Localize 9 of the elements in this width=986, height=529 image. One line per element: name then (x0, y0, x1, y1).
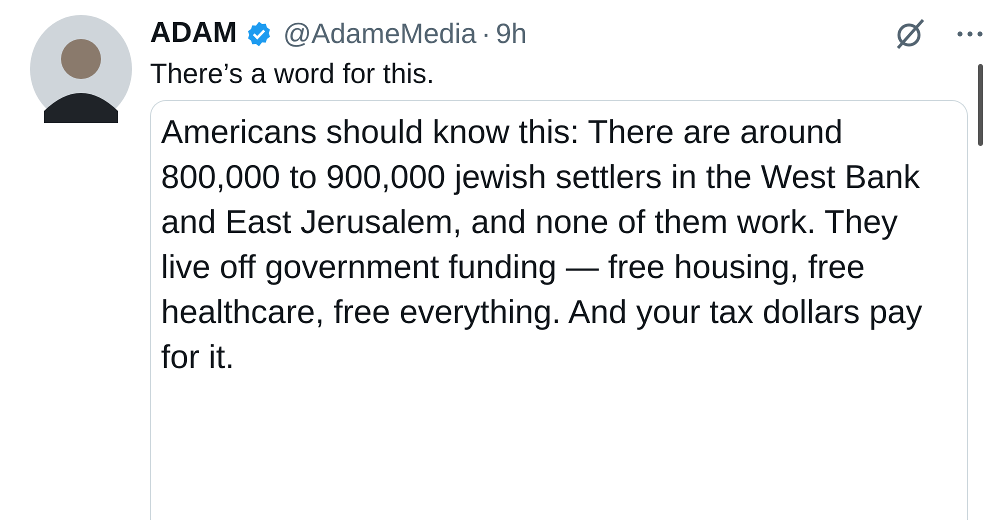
post-text: There’s a word for this. (150, 57, 436, 91)
post-time: 9h (496, 17, 527, 51)
more-options-icon[interactable] (957, 30, 983, 38)
quoted-post-card[interactable] (150, 100, 968, 520)
author-name: ADAM (150, 16, 237, 52)
scrollbar[interactable] (978, 64, 983, 146)
author-handle: @AdameMedia (283, 17, 476, 51)
quoted-post-text: Americans should know this: There are around 800,000 to 900,000 jewish settlers in the West Bank and East Jerusalem, and none of them work. They live off government funding — free housing, free healthcare, free everything. And your tax dollars pay for it. (161, 112, 924, 377)
separator: · (481, 17, 491, 51)
